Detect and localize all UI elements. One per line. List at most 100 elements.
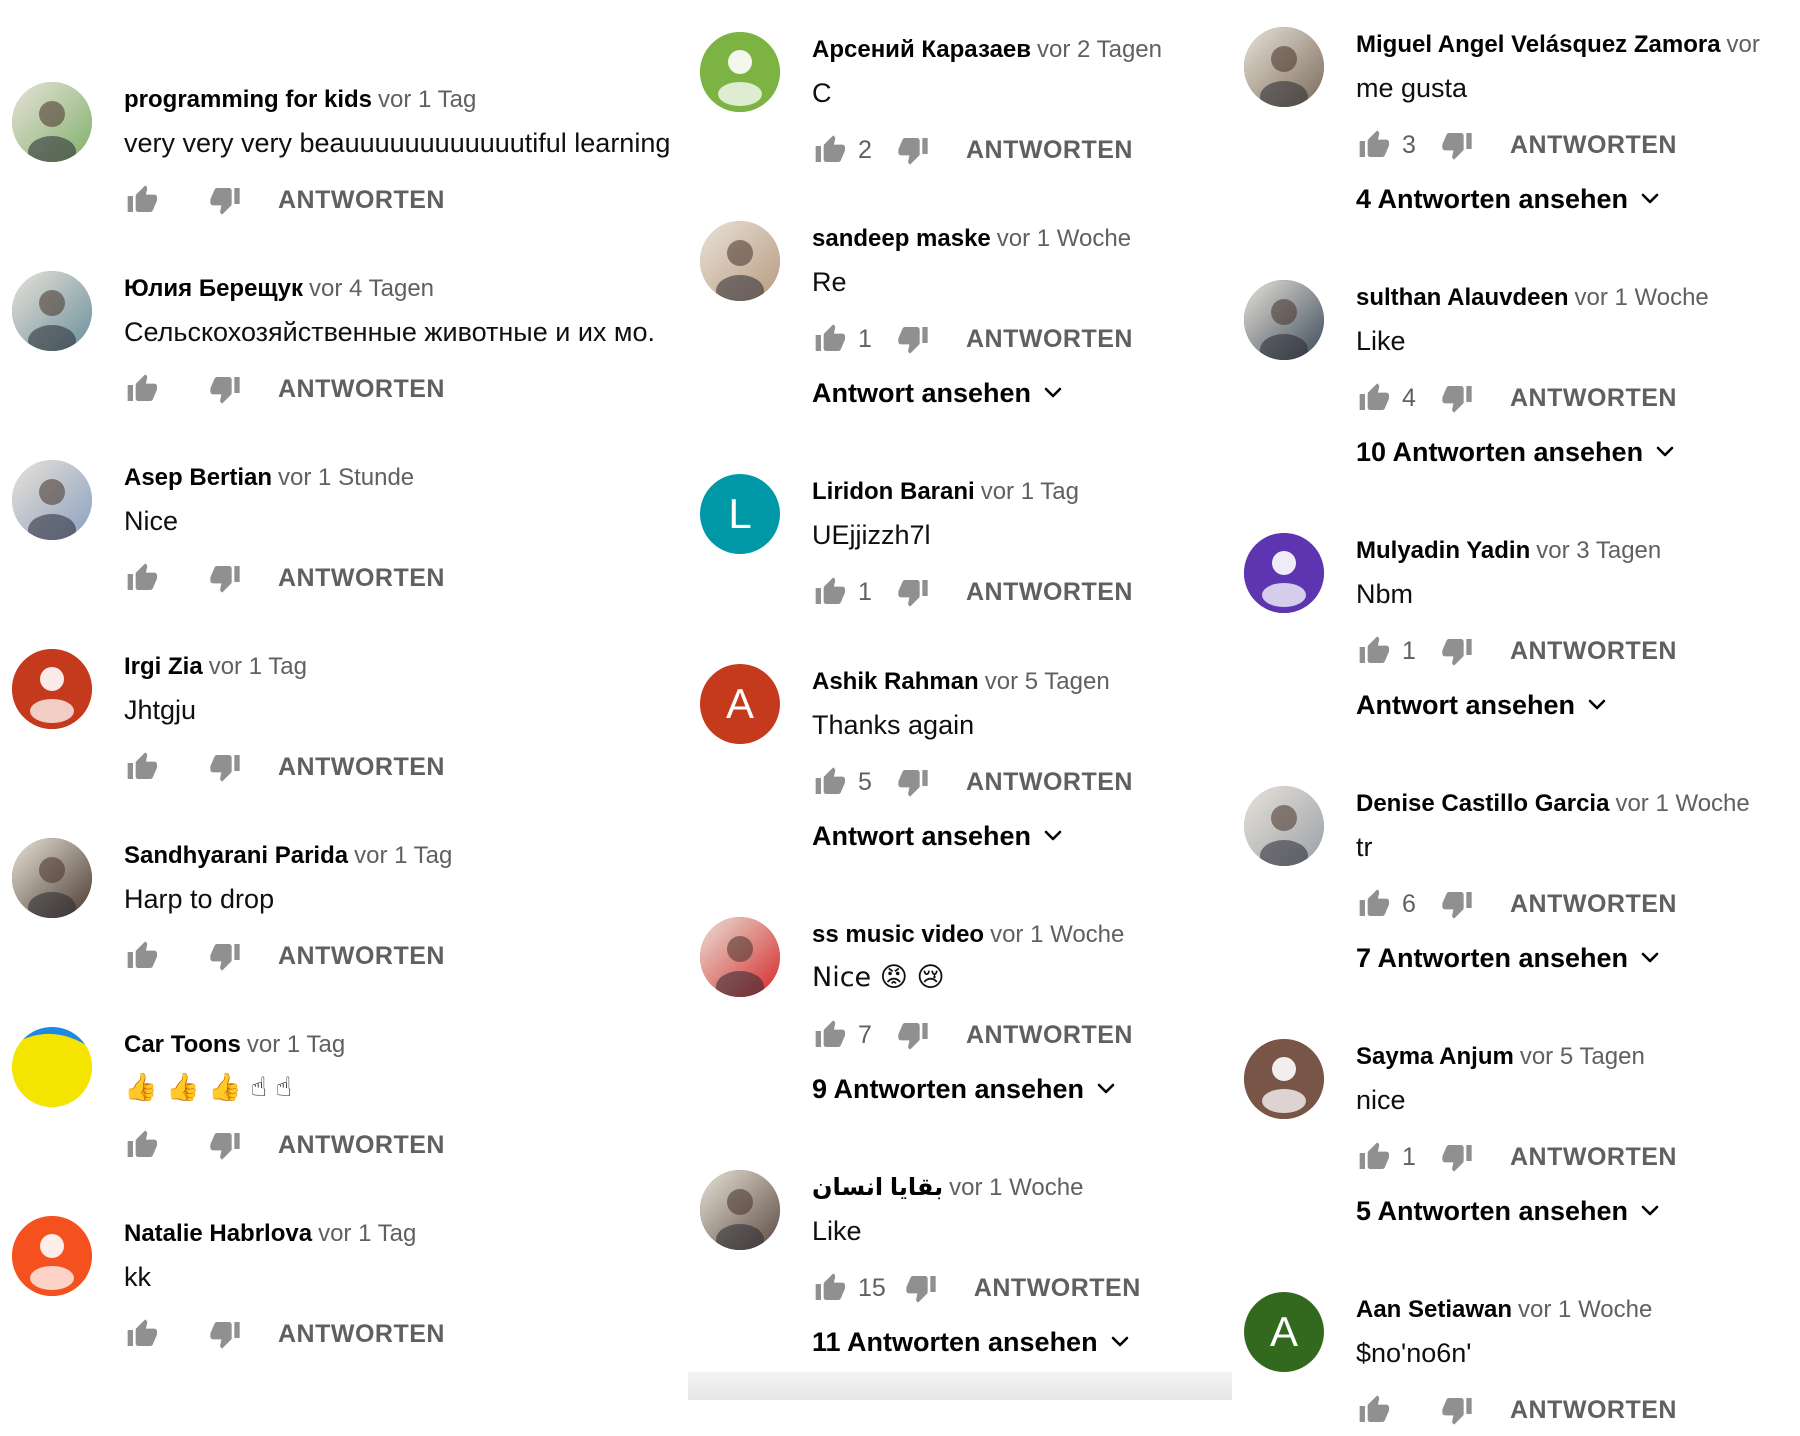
view-replies-button[interactable]: 10 Antworten ansehen <box>1356 424 1800 480</box>
author-name[interactable]: Юлия Берещук <box>124 275 303 302</box>
dislike-button[interactable] <box>896 1018 930 1052</box>
comment-timestamp[interactable]: vor 1 Tag <box>354 842 452 869</box>
reply-button[interactable]: ANTWORTEN <box>1510 637 1677 666</box>
like-button[interactable] <box>124 183 158 217</box>
view-replies-button[interactable]: 7 Antworten ansehen <box>1356 930 1800 986</box>
author-name[interactable]: sulthan Alauvdeen <box>1356 284 1568 311</box>
comment-timestamp[interactable]: vor 3 Tagen <box>1536 537 1661 564</box>
dislike-button[interactable] <box>1440 887 1474 921</box>
like-button[interactable] <box>124 372 158 406</box>
reply-button[interactable]: ANTWORTEN <box>966 768 1133 797</box>
like-button[interactable] <box>1356 634 1390 668</box>
avatar[interactable] <box>1244 533 1324 613</box>
reply-button[interactable]: ANTWORTEN <box>1510 1143 1677 1172</box>
comment-timestamp[interactable]: vor 1 Tag <box>247 1031 345 1058</box>
author-name[interactable]: Ashik Rahman <box>812 668 979 695</box>
reply-button[interactable]: ANTWORTEN <box>966 136 1133 165</box>
like-button[interactable] <box>1356 128 1390 162</box>
dislike-button[interactable] <box>1440 1140 1474 1174</box>
author-name[interactable]: Asep Bertian <box>124 464 272 491</box>
avatar[interactable] <box>700 221 780 301</box>
avatar[interactable] <box>1244 786 1324 866</box>
dislike-button[interactable] <box>896 322 930 356</box>
author-name[interactable]: Natalie Habrlova <box>124 1220 312 1247</box>
author-name[interactable]: Sandhyarani Parida <box>124 842 348 869</box>
view-replies-button[interactable]: Antwort ansehen <box>812 808 1232 864</box>
like-button[interactable] <box>812 322 846 356</box>
dislike-button[interactable] <box>896 575 930 609</box>
reply-button[interactable]: ANTWORTEN <box>278 375 445 404</box>
avatar[interactable]: A <box>700 664 780 744</box>
dislike-button[interactable] <box>1440 381 1474 415</box>
avatar[interactable] <box>700 32 780 112</box>
like-button[interactable] <box>812 133 846 167</box>
dislike-button[interactable] <box>1440 128 1474 162</box>
avatar[interactable] <box>1244 1039 1324 1119</box>
like-button[interactable] <box>124 750 158 784</box>
comment-timestamp[interactable]: vor 1 Tag <box>378 86 476 113</box>
dislike-button[interactable] <box>208 372 242 406</box>
author-name[interactable]: Miguel Angel Velásquez Zamora <box>1356 31 1721 58</box>
comment-timestamp[interactable]: vor 4 Tagen <box>309 275 434 302</box>
avatar[interactable] <box>700 1170 780 1250</box>
comment-timestamp[interactable]: vor 1 Woche <box>1574 284 1708 311</box>
like-button[interactable] <box>1356 381 1390 415</box>
dislike-button[interactable] <box>208 1128 242 1162</box>
avatar[interactable] <box>12 271 92 351</box>
reply-button[interactable]: ANTWORTEN <box>278 942 445 971</box>
author-name[interactable]: Denise Castillo Garcia <box>1356 790 1609 817</box>
author-name[interactable]: Mulyadin Yadin <box>1356 537 1530 564</box>
dislike-button[interactable] <box>896 765 930 799</box>
reply-button[interactable]: ANTWORTEN <box>974 1274 1141 1303</box>
avatar[interactable] <box>12 1027 92 1107</box>
like-button[interactable] <box>812 765 846 799</box>
comment-timestamp[interactable]: vor 1 Tag <box>209 653 307 680</box>
comment-timestamp[interactable]: vor 5 Tagen <box>1520 1043 1645 1070</box>
view-replies-button[interactable]: 4 Antworten ansehen <box>1356 171 1800 227</box>
dislike-button[interactable] <box>896 133 930 167</box>
comment-timestamp[interactable]: vor 1 Woche <box>949 1174 1083 1201</box>
comment-timestamp[interactable]: vor 1 Stunde <box>278 464 414 491</box>
reply-button[interactable]: ANTWORTEN <box>966 325 1133 354</box>
like-button[interactable] <box>124 939 158 973</box>
reply-button[interactable]: ANTWORTEN <box>1510 131 1677 160</box>
comment-timestamp[interactable]: vor 2 Tagen <box>1037 36 1162 63</box>
avatar[interactable] <box>1244 280 1324 360</box>
comment-timestamp[interactable]: vor 1 Tag <box>981 478 1079 505</box>
view-replies-button[interactable]: 11 Antworten ansehen <box>812 1314 1232 1370</box>
author-name[interactable]: Liridon Barani <box>812 478 975 505</box>
author-name[interactable]: Car Toons <box>124 1031 241 1058</box>
reply-button[interactable]: ANTWORTEN <box>278 186 445 215</box>
avatar[interactable] <box>12 1216 92 1296</box>
like-button[interactable] <box>1356 1140 1390 1174</box>
avatar[interactable] <box>700 917 780 997</box>
reply-button[interactable]: ANTWORTEN <box>966 1021 1133 1050</box>
view-replies-button[interactable]: 5 Antworten ansehen <box>1356 1183 1800 1239</box>
like-button[interactable] <box>812 575 846 609</box>
dislike-button[interactable] <box>208 939 242 973</box>
author-name[interactable]: Арсений Каразаев <box>812 36 1031 63</box>
author-name[interactable]: Aan Setiawan <box>1356 1296 1512 1323</box>
avatar[interactable] <box>12 838 92 918</box>
reply-button[interactable]: ANTWORTEN <box>1510 890 1677 919</box>
dislike-button[interactable] <box>208 561 242 595</box>
dislike-button[interactable] <box>208 183 242 217</box>
reply-button[interactable]: ANTWORTEN <box>278 564 445 593</box>
author-name[interactable]: Sayma Anjum <box>1356 1043 1514 1070</box>
dislike-button[interactable] <box>1440 1393 1474 1427</box>
like-button[interactable] <box>124 1128 158 1162</box>
reply-button[interactable]: ANTWORTEN <box>278 1320 445 1349</box>
avatar[interactable]: A <box>1244 1292 1324 1372</box>
dislike-button[interactable] <box>1440 634 1474 668</box>
view-replies-button[interactable]: Antwort ansehen <box>812 365 1232 421</box>
view-replies-button[interactable]: Antwort ansehen <box>1356 677 1800 733</box>
like-button[interactable] <box>812 1271 846 1305</box>
dislike-button[interactable] <box>208 750 242 784</box>
author-name[interactable]: programming for kids <box>124 86 372 113</box>
dislike-button[interactable] <box>208 1317 242 1351</box>
avatar[interactable]: L <box>700 474 780 554</box>
like-button[interactable] <box>124 561 158 595</box>
comment-timestamp[interactable]: vor 1 Tag <box>318 1220 416 1247</box>
comment-timestamp[interactable]: vor 1 Woche <box>997 225 1131 252</box>
like-button[interactable] <box>1356 1393 1390 1427</box>
